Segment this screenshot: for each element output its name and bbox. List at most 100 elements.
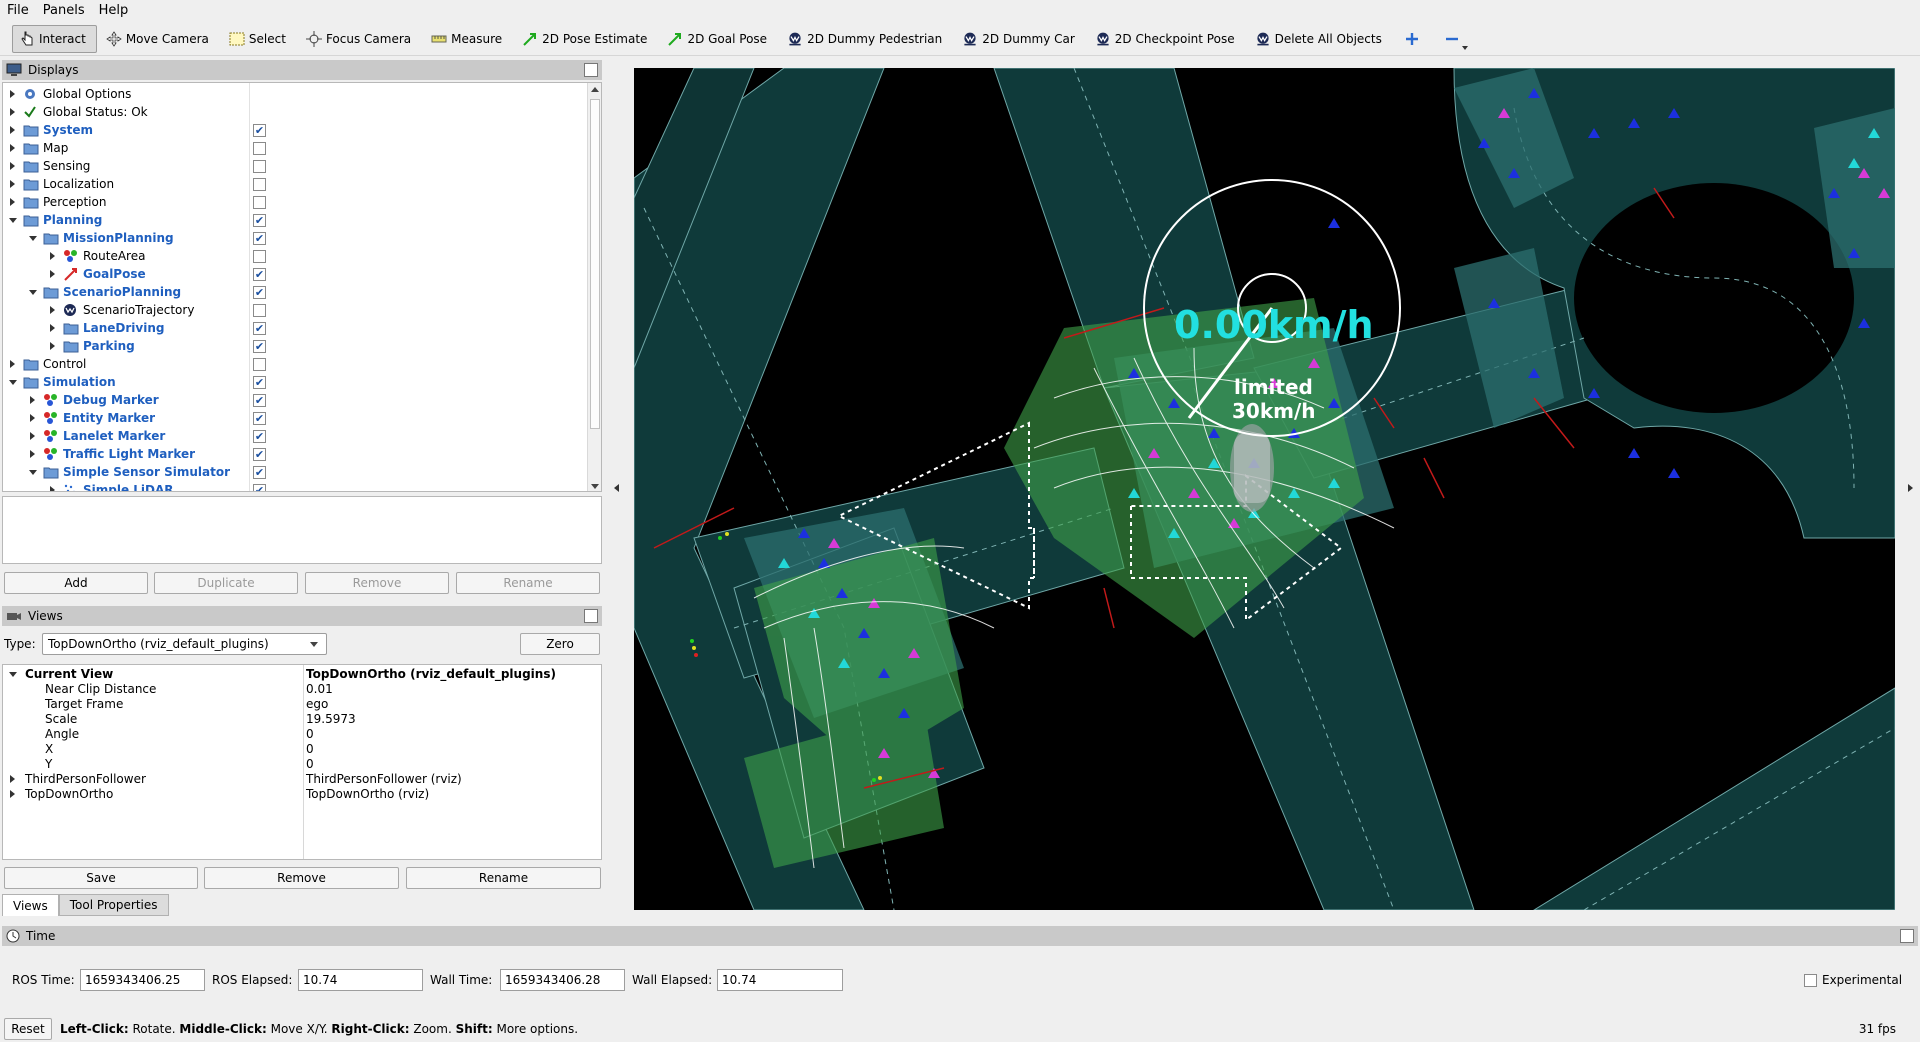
display-item[interactable]: GoalPose ✔ <box>3 265 587 283</box>
display-item[interactable]: RouteArea <box>3 247 587 265</box>
reset-button[interactable]: Reset <box>4 1018 52 1040</box>
display-enable-checkbox[interactable]: ✔ <box>253 340 266 353</box>
display-enable-checkbox[interactable]: ✔ <box>253 484 266 491</box>
expand-down-arrow-icon[interactable] <box>9 218 17 223</box>
display-item[interactable]: MissionPlanning ✔ <box>3 229 587 247</box>
scroll-up-arrow-icon[interactable] <box>591 87 599 92</box>
view-property-row[interactable]: Near Clip Distance 0.01 <box>3 682 601 697</box>
view-property-row[interactable]: Current View TopDownOrtho (rviz_default_p… <box>3 667 601 682</box>
view-property-value[interactable]: ThirdPersonFollower (rviz) <box>306 772 462 786</box>
render-viewport[interactable]: 0.00km/h limited 30km/h <box>634 68 1895 910</box>
expand-down-arrow-icon[interactable] <box>9 380 17 385</box>
display-item[interactable]: Traffic Light Marker ✔ <box>3 445 587 463</box>
undock-time-button[interactable] <box>1900 929 1914 943</box>
expand-right-arrow-icon[interactable] <box>50 306 55 314</box>
view-property-value[interactable]: 0.01 <box>306 682 333 696</box>
ros-elapsed-field[interactable]: 10.74 <box>298 969 423 991</box>
menu-file[interactable]: File <box>0 3 36 18</box>
measure-tool[interactable]: Measure <box>424 25 513 53</box>
rename-view-button[interactable]: Rename <box>406 867 601 889</box>
tab-views[interactable]: Views <box>2 894 59 916</box>
display-item[interactable]: Perception <box>3 193 587 211</box>
view-property-value[interactable]: TopDownOrtho (rviz_default_plugins) <box>306 667 556 681</box>
display-item[interactable]: Planning ✔ <box>3 211 587 229</box>
view-property-row[interactable]: Scale 19.5973 <box>3 712 601 727</box>
display-item[interactable]: ScenarioPlanning ✔ <box>3 283 587 301</box>
displays-scrollbar[interactable] <box>587 83 601 491</box>
expand-right-arrow-icon[interactable] <box>10 126 15 134</box>
display-item[interactable]: Parking ✔ <box>3 337 587 355</box>
display-item[interactable]: System ✔ <box>3 121 587 139</box>
expand-right-arrow-icon[interactable] <box>30 396 35 404</box>
display-item[interactable]: Sensing <box>3 157 587 175</box>
display-enable-checkbox[interactable] <box>253 196 266 209</box>
display-item[interactable]: LaneDriving ✔ <box>3 319 587 337</box>
undock-views-button[interactable] <box>584 609 598 623</box>
add-display-button[interactable]: Add <box>4 572 148 594</box>
expand-down-arrow-icon[interactable] <box>29 470 37 475</box>
display-enable-checkbox[interactable]: ✔ <box>253 394 266 407</box>
expand-right-arrow-icon[interactable] <box>10 775 15 783</box>
display-enable-checkbox[interactable]: ✔ <box>253 412 266 425</box>
display-item[interactable]: Simple LiDAR ✔ <box>3 481 587 491</box>
focus-camera-tool[interactable]: Focus Camera <box>299 25 422 53</box>
display-enable-checkbox[interactable]: ✔ <box>253 214 266 227</box>
expand-right-arrow-icon[interactable] <box>10 90 15 98</box>
display-enable-checkbox[interactable]: ✔ <box>253 430 266 443</box>
experimental-checkbox[interactable] <box>1804 974 1817 987</box>
menu-help[interactable]: Help <box>92 3 136 18</box>
display-enable-checkbox[interactable]: ✔ <box>253 322 266 335</box>
dummy-pedestrian-tool[interactable]: 2D Dummy Pedestrian <box>780 25 953 53</box>
display-enable-checkbox[interactable] <box>253 304 266 317</box>
expand-right-arrow-icon[interactable] <box>10 198 15 206</box>
checkpoint-pose-tool[interactable]: 2D Checkpoint Pose <box>1088 25 1246 53</box>
display-enable-checkbox[interactable] <box>253 358 266 371</box>
display-item[interactable]: ScenarioTrajectory <box>3 301 587 319</box>
display-item[interactable]: Global Status: Ok <box>3 103 587 121</box>
expand-right-arrow-icon[interactable] <box>10 790 15 798</box>
tab-tool-properties[interactable]: Tool Properties <box>58 894 169 916</box>
display-enable-checkbox[interactable] <box>253 178 266 191</box>
view-property-row[interactable]: Target Frame ego <box>3 697 601 712</box>
expand-down-arrow-icon[interactable] <box>29 290 37 295</box>
collapse-right-arrow-icon[interactable] <box>1908 484 1913 492</box>
display-enable-checkbox[interactable] <box>253 160 266 173</box>
view-property-value[interactable]: TopDownOrtho (rviz) <box>306 787 429 801</box>
view-property-row[interactable]: ThirdPersonFollower ThirdPersonFollower (… <box>3 772 601 787</box>
remove-display-button[interactable]: Remove <box>305 572 449 594</box>
menu-panels[interactable]: Panels <box>36 3 92 18</box>
expand-right-arrow-icon[interactable] <box>30 450 35 458</box>
display-item[interactable]: Simulation ✔ <box>3 373 587 391</box>
view-property-value[interactable]: 19.5973 <box>306 712 356 726</box>
delete-all-objects-tool[interactable]: Delete All Objects <box>1248 25 1393 53</box>
view-type-select[interactable]: TopDownOrtho (rviz_default_plugins) <box>42 633 327 655</box>
save-view-button[interactable]: Save <box>4 867 198 889</box>
duplicate-display-button[interactable]: Duplicate <box>154 572 298 594</box>
expand-right-arrow-icon[interactable] <box>50 270 55 278</box>
display-item[interactable]: Entity Marker ✔ <box>3 409 587 427</box>
view-property-row[interactable]: Angle 0 <box>3 727 601 742</box>
display-item[interactable]: Control <box>3 355 587 373</box>
expand-right-arrow-icon[interactable] <box>10 360 15 368</box>
display-enable-checkbox[interactable] <box>253 142 266 155</box>
remove-view-button[interactable]: Remove <box>204 867 399 889</box>
undock-displays-button[interactable] <box>584 63 598 77</box>
display-item[interactable]: Map <box>3 139 587 157</box>
dummy-car-tool[interactable]: 2D Dummy Car <box>955 25 1086 53</box>
select-tool[interactable]: Select <box>222 25 297 53</box>
goal-pose-tool[interactable]: 2D Goal Pose <box>660 25 778 53</box>
view-property-value[interactable]: 0 <box>306 742 314 756</box>
wall-elapsed-field[interactable]: 10.74 <box>717 969 843 991</box>
add-tool-button[interactable] <box>1395 25 1433 53</box>
view-property-row[interactable]: Y0 <box>3 757 601 772</box>
move-camera-tool[interactable]: Move Camera <box>99 25 220 53</box>
displays-scroll-thumb[interactable] <box>590 99 600 429</box>
interact-tool[interactable]: Interact <box>12 24 97 53</box>
expand-right-arrow-icon[interactable] <box>10 180 15 188</box>
display-item[interactable]: Global Options <box>3 85 587 103</box>
wall-time-field[interactable]: 1659343406.28 <box>500 969 625 991</box>
view-property-value[interactable]: 0 <box>306 757 314 771</box>
display-enable-checkbox[interactable]: ✔ <box>253 448 266 461</box>
expand-down-arrow-icon[interactable] <box>9 672 17 677</box>
collapse-left-arrow-icon[interactable] <box>614 484 619 492</box>
